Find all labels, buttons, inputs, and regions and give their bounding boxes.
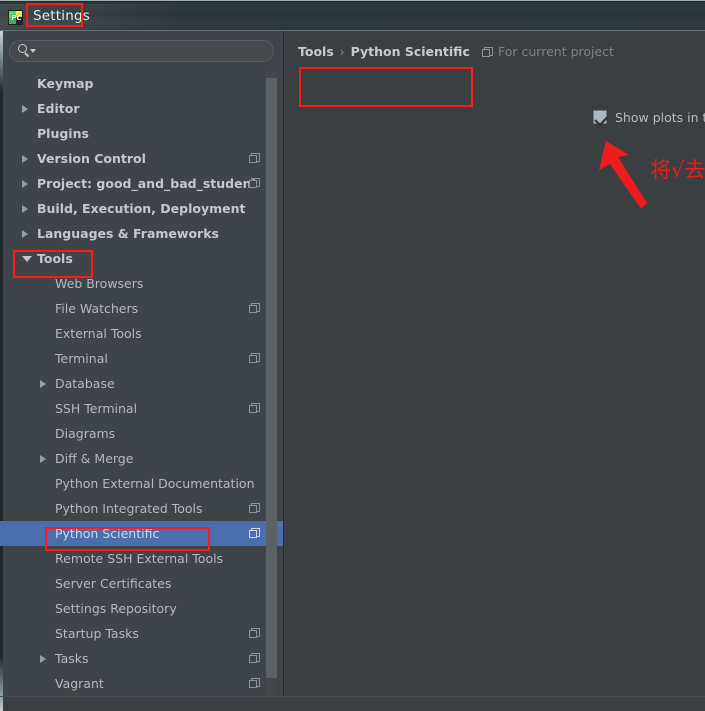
- search-icon[interactable]: [18, 44, 40, 58]
- sidebar-item-python-external-documentation[interactable]: Python External Documentation: [0, 471, 283, 496]
- sidebar-item-label: SSH Terminal: [55, 401, 138, 416]
- sidebar-item-label: File Watchers: [55, 301, 139, 316]
- sidebar-item-python-integrated-tools[interactable]: Python Integrated Tools: [0, 496, 283, 521]
- annotation-text: 将√去除: [650, 158, 705, 182]
- settings-sidebar: Keymap Editor Plugins Version Control Projec…: [0, 31, 284, 710]
- chevron-right-icon[interactable]: [22, 230, 28, 238]
- sidebar-item-terminal[interactable]: Terminal: [0, 346, 283, 371]
- sidebar-item-tools[interactable]: Tools: [0, 246, 283, 271]
- copy-settings-icon[interactable]: [249, 303, 260, 314]
- sidebar-item-external-tools[interactable]: External Tools: [0, 321, 283, 346]
- show-plots-checkbox-label[interactable]: Show plots in toolwindow: [615, 109, 705, 127]
- chevron-right-icon[interactable]: [40, 455, 46, 463]
- sidebar-item-label: Settings Repository: [55, 601, 177, 616]
- sidebar-item-label: Terminal: [55, 351, 108, 366]
- sidebar-item-label: Tools: [37, 251, 73, 266]
- settings-detail-panel: Tools › Python Scientific For current proj…: [285, 31, 705, 710]
- sidebar-item-label: Startup Tasks: [55, 626, 139, 641]
- pycharm-icon-text: PC: [11, 14, 22, 22]
- copy-settings-icon[interactable]: [249, 628, 260, 639]
- sidebar-item-label: Tasks: [55, 651, 89, 666]
- settings-category-tree[interactable]: Keymap Editor Plugins Version Control Projec…: [0, 71, 283, 710]
- sidebar-item-languages-frameworks[interactable]: Languages & Frameworks: [0, 221, 283, 246]
- sidebar-item-label: Python Integrated Tools: [55, 501, 203, 516]
- chevron-right-icon[interactable]: [22, 180, 28, 188]
- sidebar-item-label: Remote SSH External Tools: [55, 551, 224, 566]
- chevron-right-icon[interactable]: [22, 205, 28, 213]
- sidebar-item-label: Keymap: [37, 76, 94, 91]
- check-icon: [594, 112, 608, 127]
- breadcrumb-current: Python Scientific: [350, 44, 470, 59]
- sidebar-scrollbar-thumb[interactable]: [266, 78, 277, 678]
- sidebar-item-settings-repository[interactable]: Settings Repository: [0, 596, 283, 621]
- search-input[interactable]: [9, 40, 274, 62]
- copy-settings-icon[interactable]: [249, 528, 260, 539]
- sidebar-search[interactable]: [9, 40, 274, 62]
- breadcrumb-separator-icon: ›: [339, 45, 345, 59]
- chevron-right-icon[interactable]: [40, 655, 46, 663]
- copy-settings-icon[interactable]: [249, 678, 260, 689]
- sidebar-item-startup-tasks[interactable]: Startup Tasks: [0, 621, 283, 646]
- sidebar-item-label: Diagrams: [55, 426, 116, 441]
- copy-settings-icon[interactable]: [249, 353, 260, 364]
- sidebar-item-keymap[interactable]: Keymap: [0, 71, 283, 96]
- sidebar-item-label: Python Scientific: [55, 526, 160, 541]
- sidebar-item-label: Diff & Merge: [55, 451, 134, 466]
- show-plots-checkbox[interactable]: [593, 110, 608, 127]
- copy-settings-icon[interactable]: [249, 403, 260, 414]
- copy-settings-icon[interactable]: [249, 653, 260, 664]
- copy-settings-icon[interactable]: [249, 153, 260, 164]
- sidebar-item-label: Database: [55, 376, 115, 391]
- chevron-down-icon: [30, 49, 36, 53]
- sidebar-item-python-scientific[interactable]: Python Scientific: [0, 521, 283, 546]
- scope-indicator: For current project: [482, 43, 614, 61]
- sidebar-item-diagrams[interactable]: Diagrams: [0, 421, 283, 446]
- sidebar-item-editor[interactable]: Editor: [0, 96, 283, 121]
- sidebar-item-label: Vagrant: [55, 676, 104, 691]
- sidebar-item-server-certificates[interactable]: Server Certificates: [0, 571, 283, 596]
- sidebar-item-label: Web Browsers: [55, 276, 144, 291]
- sidebar-item-file-watchers[interactable]: File Watchers: [0, 296, 283, 321]
- breadcrumb-parent[interactable]: Tools: [298, 44, 334, 59]
- sidebar-item-label: External Tools: [55, 326, 142, 341]
- window-bottom-edge: [0, 696, 705, 711]
- copy-settings-icon[interactable]: [249, 503, 260, 514]
- sidebar-item-label: Editor: [37, 101, 80, 116]
- sidebar-item-remote-ssh-external-tools[interactable]: Remote SSH External Tools: [0, 546, 283, 571]
- sidebar-item-label: Server Certificates: [55, 576, 172, 591]
- sidebar-item-diff-merge[interactable]: Diff & Merge: [0, 446, 283, 471]
- sidebar-item-ssh-terminal[interactable]: SSH Terminal: [0, 396, 283, 421]
- sidebar-item-version-control[interactable]: Version Control: [0, 146, 283, 171]
- sidebar-item-plugins[interactable]: Plugins: [0, 121, 283, 146]
- sidebar-item-label: Build, Execution, Deployment: [37, 201, 246, 216]
- chevron-right-icon[interactable]: [22, 155, 28, 163]
- sidebar-item-label: Project: good_and_bad_student: [37, 176, 258, 191]
- breadcrumb: Tools › Python Scientific: [298, 43, 470, 61]
- settings-dialog-body: Keymap Editor Plugins Version Control Projec…: [0, 31, 705, 710]
- window-title: Settings: [33, 8, 90, 24]
- sidebar-item-project-good-and-bad-student[interactable]: Project: good_and_bad_student: [0, 171, 283, 196]
- sidebar-item-build-execution-deployment[interactable]: Build, Execution, Deployment: [0, 196, 283, 221]
- window-titlebar[interactable]: PC Settings: [0, 0, 705, 31]
- sidebar-item-web-browsers[interactable]: Web Browsers: [0, 271, 283, 296]
- project-scope-icon: [482, 47, 493, 58]
- sidebar-item-label: Languages & Frameworks: [37, 226, 219, 241]
- chevron-right-icon[interactable]: [22, 105, 28, 113]
- sidebar-item-label: Plugins: [37, 126, 89, 141]
- sidebar-item-tasks[interactable]: Tasks: [0, 646, 283, 671]
- sidebar-item-vagrant[interactable]: Vagrant: [0, 671, 283, 696]
- chevron-right-icon[interactable]: [40, 380, 46, 388]
- sidebar-item-label: Python External Documentation: [55, 476, 255, 491]
- scope-label: For current project: [498, 44, 614, 59]
- chevron-down-icon[interactable]: [22, 256, 32, 262]
- pycharm-icon: PC: [8, 10, 23, 25]
- sidebar-item-label: Version Control: [37, 151, 146, 166]
- sidebar-item-database[interactable]: Database: [0, 371, 283, 396]
- copy-settings-icon[interactable]: [249, 178, 260, 189]
